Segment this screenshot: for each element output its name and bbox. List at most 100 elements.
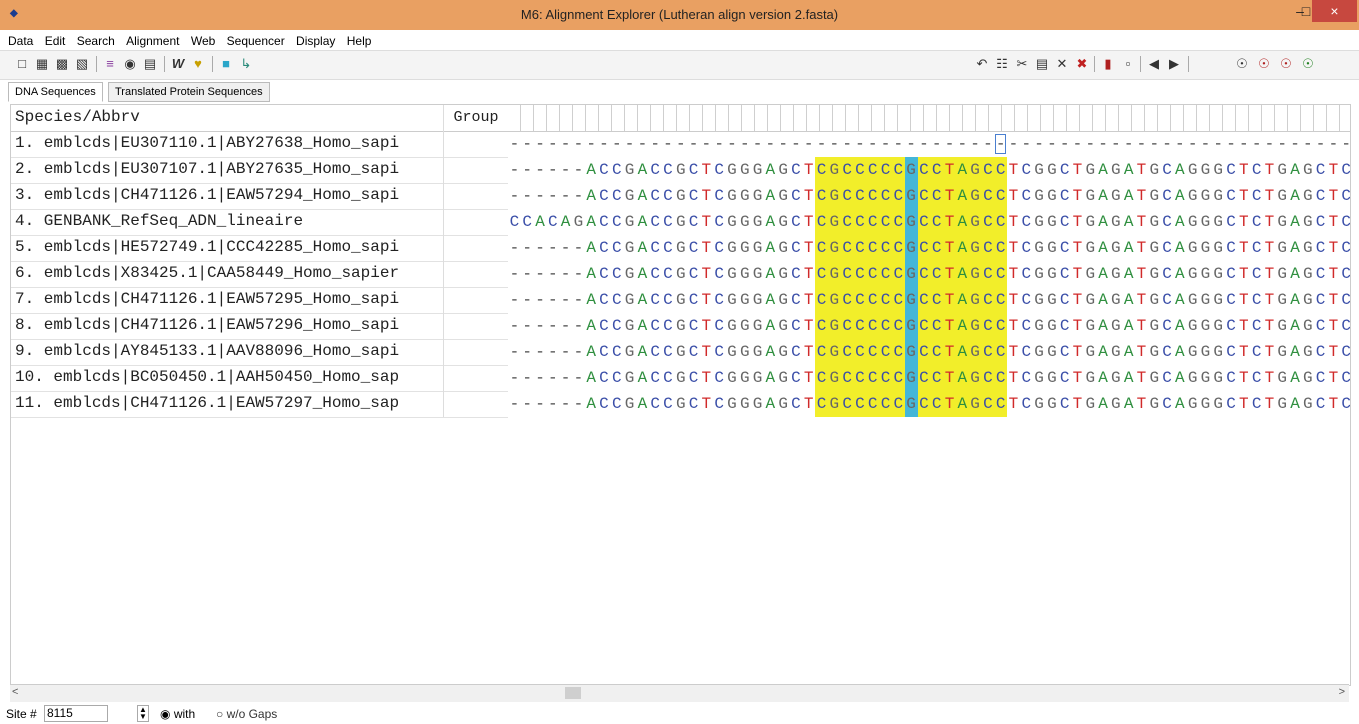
base-cell[interactable]: C [687, 209, 700, 235]
base-cell[interactable]: T [802, 261, 815, 287]
base-cell[interactable]: G [674, 261, 687, 287]
base-cell[interactable]: C [1250, 313, 1263, 339]
base-cell[interactable]: - [508, 391, 521, 417]
cut-icon[interactable]: ✂ [1014, 56, 1030, 72]
base-cell[interactable]: G [1199, 235, 1212, 261]
save-icon[interactable]: ▩ [54, 56, 70, 72]
menu-sequencer[interactable]: Sequencer [227, 32, 285, 50]
base-cell[interactable]: C [930, 209, 944, 235]
base-cell[interactable]: T [1263, 183, 1276, 209]
base-cell[interactable]: C [815, 339, 828, 365]
base-cell[interactable]: - [1020, 131, 1033, 157]
base-cell[interactable]: A [764, 365, 777, 391]
base-cell[interactable]: - [1058, 131, 1071, 157]
base-cell[interactable]: C [662, 183, 675, 209]
base-cell[interactable]: G [1033, 391, 1046, 417]
base-cell[interactable]: - [738, 131, 751, 157]
base-cell[interactable]: T [1071, 157, 1084, 183]
base-cell[interactable]: A [1289, 391, 1302, 417]
base-cell[interactable]: T [1071, 313, 1084, 339]
base-cell[interactable]: G [726, 313, 739, 339]
base-cell[interactable]: - [1084, 131, 1097, 157]
base-cell[interactable]: C [930, 183, 944, 209]
menu-display[interactable]: Display [296, 32, 335, 50]
base-cell[interactable]: A [1173, 235, 1186, 261]
base-cell[interactable]: G [738, 261, 751, 287]
base-cell[interactable]: C [649, 157, 662, 183]
base-cell[interactable]: C [853, 313, 867, 339]
move-right-icon[interactable]: ▶ [1166, 56, 1182, 72]
base-cell[interactable]: - [546, 261, 559, 287]
sequence-row[interactable]: ------ACCGACCGCTCGGGAGCTCGCCCCCGCCTAGCCT… [508, 365, 1350, 391]
base-cell[interactable]: C [1340, 365, 1350, 391]
base-cell[interactable]: G [1045, 183, 1058, 209]
base-cell[interactable]: - [534, 391, 547, 417]
base-cell[interactable]: T [700, 183, 713, 209]
base-cell[interactable]: A [636, 391, 649, 417]
base-cell[interactable]: T [1135, 313, 1148, 339]
base-cell[interactable]: C [815, 261, 828, 287]
base-cell[interactable]: A [585, 261, 598, 287]
base-cell[interactable]: C [521, 209, 534, 235]
base-cell[interactable]: - [1340, 131, 1350, 157]
muscle-icon[interactable]: ◉ [122, 56, 138, 72]
base-cell[interactable]: C [713, 235, 726, 261]
base-cell[interactable]: C [1250, 391, 1263, 417]
base-cell[interactable]: G [904, 209, 918, 235]
base-cell[interactable]: A [1173, 287, 1186, 313]
base-cell[interactable]: C [994, 339, 1008, 365]
delete-gap-icon[interactable]: ✖ [1074, 56, 1090, 72]
maximize-icon[interactable]: □ [1300, 0, 1312, 22]
base-cell[interactable]: - [1045, 131, 1058, 157]
base-cell[interactable]: C [1020, 261, 1033, 287]
species-row[interactable]: 4. GENBANK_RefSeq_ADN_lineaire [11, 209, 508, 236]
base-cell[interactable]: G [1212, 157, 1225, 183]
base-cell[interactable]: C [981, 209, 995, 235]
base-cell[interactable]: G [751, 391, 764, 417]
base-cell[interactable]: A [764, 339, 777, 365]
base-cell[interactable]: T [1071, 391, 1084, 417]
base-cell[interactable]: A [636, 339, 649, 365]
menu-search[interactable]: Search [77, 32, 115, 50]
base-cell[interactable]: G [1186, 183, 1199, 209]
base-cell[interactable]: G [726, 235, 739, 261]
base-cell[interactable]: A [585, 209, 598, 235]
base-cell[interactable]: A [1097, 261, 1110, 287]
base-cell[interactable]: - [1327, 131, 1340, 157]
base-cell[interactable]: - [572, 261, 585, 287]
base-cell[interactable]: G [1276, 261, 1289, 287]
base-cell[interactable]: - [572, 339, 585, 365]
base-cell[interactable]: C [1161, 365, 1174, 391]
base-cell[interactable]: G [1109, 339, 1122, 365]
base-cell[interactable]: C [1340, 183, 1350, 209]
base-cell[interactable]: G [1301, 339, 1314, 365]
base-cell[interactable]: G [827, 313, 841, 339]
base-cell[interactable]: - [726, 131, 739, 157]
base-cell[interactable]: C [840, 157, 854, 183]
base-cell[interactable]: G [623, 313, 636, 339]
base-cell[interactable]: G [827, 183, 841, 209]
base-cell[interactable]: T [1327, 157, 1340, 183]
base-cell[interactable]: C [1250, 339, 1263, 365]
base-cell[interactable]: - [521, 365, 534, 391]
base-cell[interactable]: T [1327, 365, 1340, 391]
base-cell[interactable]: C [1250, 157, 1263, 183]
base-cell[interactable]: - [546, 313, 559, 339]
base-cell[interactable]: A [955, 261, 969, 287]
base-cell[interactable]: - [572, 157, 585, 183]
base-cell[interactable]: - [534, 157, 547, 183]
insert-gap-icon[interactable]: ▮ [1100, 56, 1116, 72]
base-cell[interactable]: C [879, 209, 892, 235]
base-cell[interactable]: C [790, 339, 803, 365]
base-cell[interactable]: C [891, 313, 905, 339]
base-cell[interactable]: - [674, 131, 687, 157]
base-cell[interactable]: C [891, 365, 905, 391]
base-cell[interactable]: C [1225, 157, 1238, 183]
base-cell[interactable]: G [751, 235, 764, 261]
base-cell[interactable]: C [930, 391, 944, 417]
base-cell[interactable]: C [994, 183, 1008, 209]
base-cell[interactable]: T [1263, 365, 1276, 391]
base-cell[interactable]: - [1161, 131, 1174, 157]
base-cell[interactable]: G [726, 339, 739, 365]
base-cell[interactable]: G [1186, 391, 1199, 417]
